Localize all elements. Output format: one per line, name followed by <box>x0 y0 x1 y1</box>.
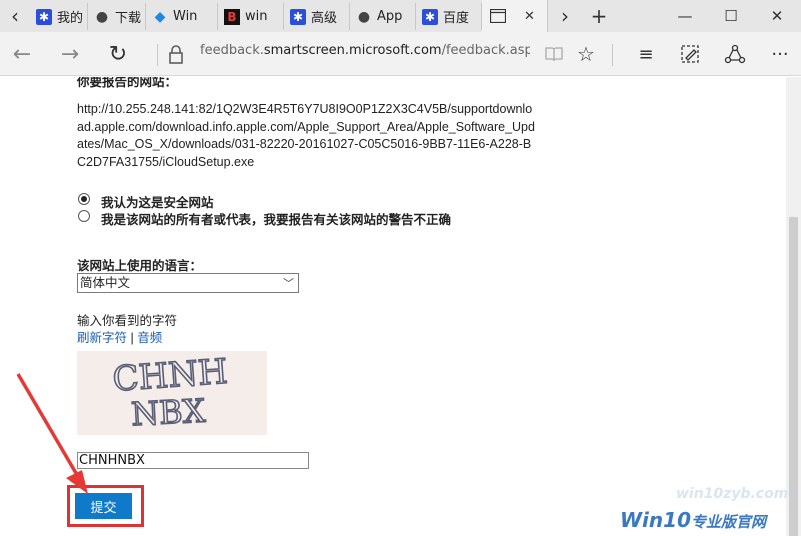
url-field[interactable]: feedback.smartscreen.microsoft.com/feedb… <box>200 43 530 58</box>
share-icon[interactable] <box>724 43 746 65</box>
tabs-scroll-right-icon[interactable]: › <box>552 0 578 32</box>
watermark-url: win10zyb.com <box>676 486 789 502</box>
tab-label: 高级 <box>311 11 338 26</box>
tab-bar: ‹ ✱ 我的 ● 下载 ◆ Win B win ✱ 高级 ● App ✱ 百度 … <box>0 0 801 32</box>
submit-button[interactable]: 提交 <box>75 493 132 519</box>
captcha-line-2: NBX <box>130 392 206 434</box>
new-tab-icon[interactable]: + <box>586 0 612 32</box>
lock-icon <box>169 45 183 64</box>
page-content: 你要报告的网站： http://10.255.248.141:82/1Q2W3E… <box>0 77 786 536</box>
chevron-down-icon: ﹀ <box>283 277 294 290</box>
more-options-icon[interactable]: ··· <box>764 38 796 70</box>
tabs-scroll-left-icon[interactable]: ‹ <box>2 0 28 32</box>
radio-safe-site[interactable] <box>78 193 90 205</box>
tab-label: 百度 <box>443 11 470 26</box>
tab-3[interactable]: ◆ Win <box>146 3 218 30</box>
captcha-links: 刷新字符 | 音频 <box>77 327 162 346</box>
divider <box>612 44 613 66</box>
baidu-paw-icon: ✱ <box>36 8 52 25</box>
language-selected-value: 简体中文 <box>80 275 131 290</box>
tab-label: 我的 <box>57 11 84 26</box>
tab-2[interactable]: ● 下载 <box>88 3 146 30</box>
tab-label: Win <box>173 9 198 24</box>
tab-label: App <box>377 9 403 24</box>
radio-site-owner-label: 我是该网站的所有者或代表，我要报告有关该网站的警告不正确 <box>101 213 452 227</box>
refresh-characters-link[interactable]: 刷新字符 <box>77 331 127 345</box>
b-logo-icon: B <box>224 8 240 25</box>
tab-7[interactable]: ✱ 百度 <box>416 3 482 30</box>
language-label: 该网站上使用的语言： <box>77 259 203 273</box>
refresh-icon[interactable]: ↻ <box>102 38 134 70</box>
close-window-icon[interactable]: ✕ <box>754 0 800 32</box>
captcha-image: CHNH NBX <box>77 351 267 435</box>
apple-icon: ● <box>357 8 371 25</box>
url-domain: smartscreen.microsoft.com <box>263 43 442 58</box>
scrollbar-thumb[interactable] <box>789 217 798 536</box>
tab-4[interactable]: B win <box>218 3 284 30</box>
minimize-icon[interactable]: — <box>662 0 708 32</box>
watermark-brand-name: Win10 <box>620 508 691 532</box>
maximize-icon[interactable]: ☐ <box>708 0 754 32</box>
scrollbar[interactable] <box>786 77 801 536</box>
baidu-paw-icon: ✱ <box>290 8 306 25</box>
audio-link[interactable]: 音频 <box>137 331 162 345</box>
windows-logo-icon: ◆ <box>154 8 166 25</box>
reported-url-text: http://10.255.248.141:82/1Q2W3E4R5T6Y7U8… <box>77 102 535 169</box>
watermark-brand: Win10专业版官网 <box>620 508 766 532</box>
url-prefix: feedback. <box>200 43 264 58</box>
reading-view-icon[interactable] <box>544 44 564 64</box>
tab-5[interactable]: ✱ 高级 <box>284 3 350 30</box>
close-tab-icon[interactable]: ✕ <box>524 9 535 24</box>
tab-label: 下载 <box>115 11 142 26</box>
language-select[interactable]: 简体中文 ﹀ <box>77 273 299 293</box>
baidu-paw-icon: ✱ <box>422 8 438 25</box>
back-arrow-icon[interactable]: ← <box>6 38 38 70</box>
captcha-input[interactable]: CHNHNBX <box>77 452 309 469</box>
radio-site-owner[interactable] <box>78 210 90 222</box>
tab-label: win <box>245 9 268 24</box>
captcha-input-value: CHNHNBX <box>79 453 145 468</box>
favorite-star-icon[interactable]: ☆ <box>570 38 602 70</box>
tab-active[interactable]: ✕ <box>482 0 548 32</box>
reported-site-heading: 你要报告的网站： <box>77 77 178 89</box>
watermark-brand-suffix: 专业版官网 <box>691 513 767 531</box>
url-path: /feedback.aspx?v=68 <box>441 43 530 58</box>
address-bar: ← → ↻ feedback.smartscreen.microsoft.com… <box>0 32 801 76</box>
divider <box>157 44 158 66</box>
link-separator: | <box>130 331 134 345</box>
web-note-icon[interactable] <box>680 44 700 64</box>
apple-icon: ● <box>95 8 109 25</box>
hub-menu-icon[interactable]: ≡ <box>630 38 662 70</box>
forward-arrow-icon[interactable]: → <box>54 38 86 70</box>
page-icon <box>490 9 506 23</box>
tab-6[interactable]: ● App <box>350 3 416 30</box>
tab-1[interactable]: ✱ 我的 <box>30 3 88 30</box>
